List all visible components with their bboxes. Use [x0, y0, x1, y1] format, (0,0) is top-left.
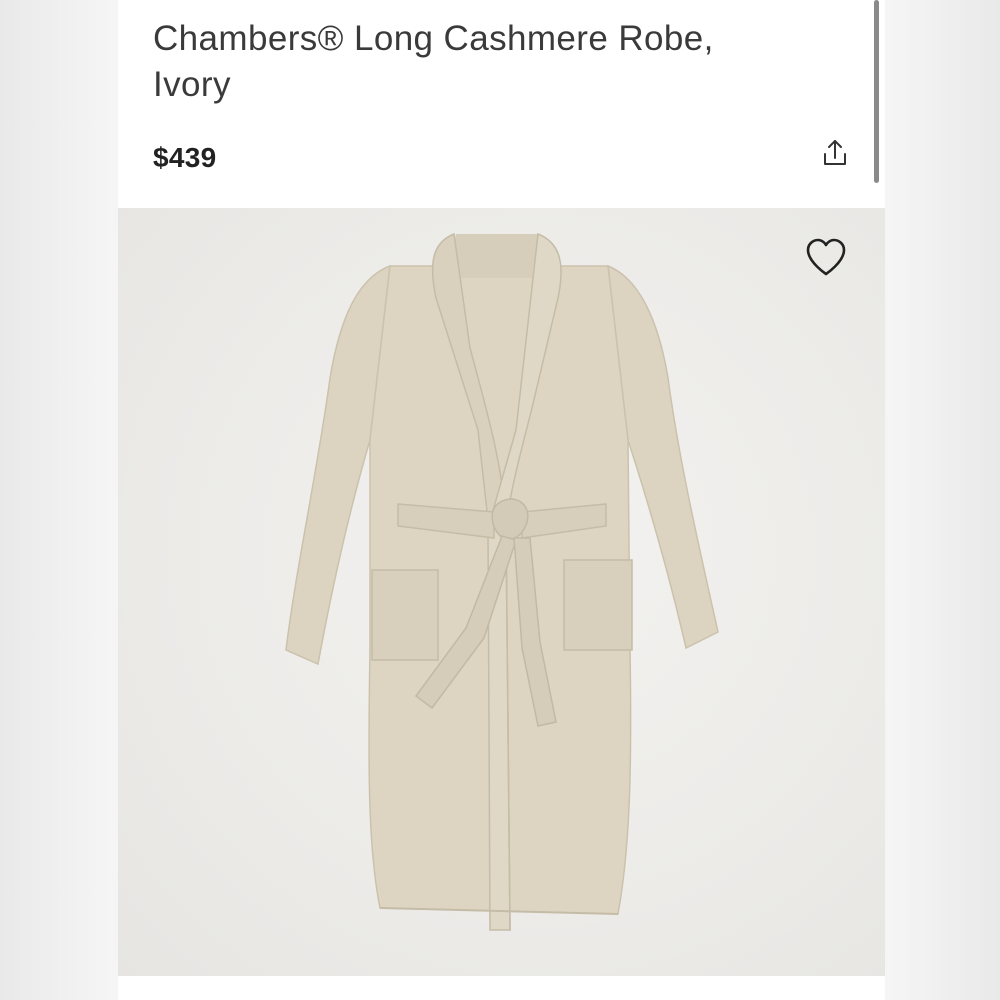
card-bottom	[118, 976, 885, 1000]
share-icon	[824, 140, 846, 165]
product-image[interactable]	[118, 208, 885, 976]
product-title: Chambers® Long Cashmere Robe, Ivory	[153, 16, 793, 108]
product-card: Chambers® Long Cashmere Robe, Ivory $439	[118, 0, 885, 1000]
page: Chambers® Long Cashmere Robe, Ivory $439	[0, 0, 1000, 1000]
scrollbar[interactable]	[874, 0, 879, 183]
robe-illustration	[285, 232, 719, 931]
share-button[interactable]	[818, 136, 852, 170]
favorite-button[interactable]	[804, 236, 848, 278]
product-title-line1: Chambers® Long Cashmere Robe,	[153, 19, 714, 58]
heart-icon	[806, 238, 846, 276]
product-price: $439	[153, 142, 217, 173]
product-title-line2: Ivory	[153, 65, 231, 104]
